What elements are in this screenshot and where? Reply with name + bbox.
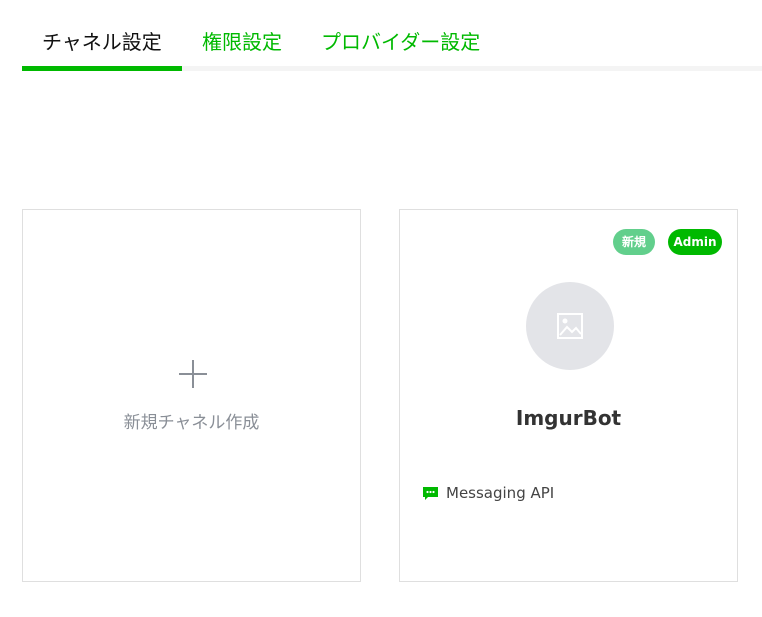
channel-card[interactable]: 新規 Admin ImgurBot Messaging API (399, 209, 738, 582)
channel-type-label: Messaging API (446, 484, 555, 502)
channel-type: Messaging API (423, 483, 554, 503)
tab-bar: チャネル設定 権限設定 プロバイダー設定 (22, 0, 762, 71)
chat-bubble-icon (423, 486, 438, 500)
image-placeholder-icon (557, 313, 583, 339)
admin-badge: Admin (668, 229, 722, 255)
avatar (526, 282, 614, 370)
create-channel-card[interactable]: 新規チャネル作成 (22, 209, 361, 582)
tab-permission-settings[interactable]: 権限設定 (202, 28, 282, 56)
tab-channel-settings[interactable]: チャネル設定 (42, 28, 162, 56)
active-tab-indicator (22, 66, 182, 71)
tab-provider-settings[interactable]: プロバイダー設定 (321, 28, 480, 56)
new-badge: 新規 (613, 229, 655, 255)
plus-icon (179, 360, 207, 388)
channel-name: ImgurBot (515, 406, 622, 430)
create-channel-label: 新規チャネル作成 (123, 413, 260, 433)
